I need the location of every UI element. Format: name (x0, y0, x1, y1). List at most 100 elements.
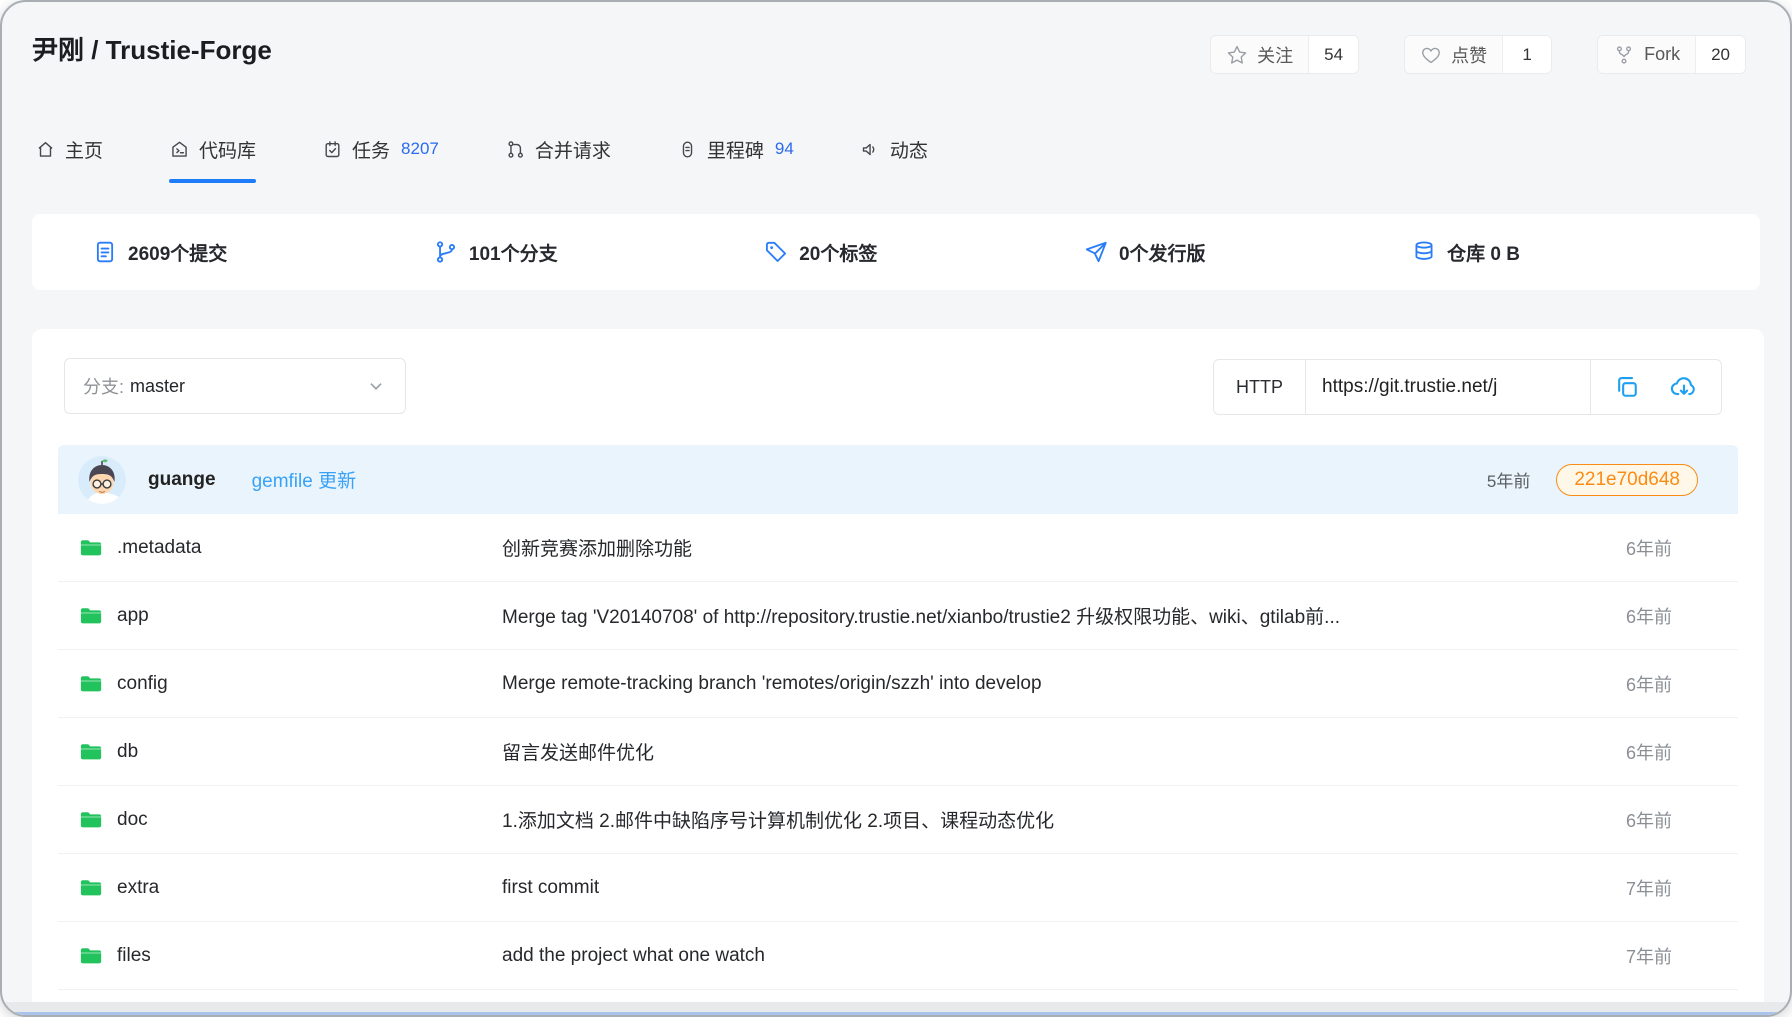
file-row[interactable]: doc 1.添加文档 2.邮件中缺陷序号计算机制优化 2.项目、课程动态优化 6… (58, 786, 1738, 854)
tab-tasks[interactable]: 任务 8207 (322, 115, 439, 183)
home-icon (35, 139, 56, 160)
file-row[interactable]: files add the project what one watch 7年前 (58, 922, 1738, 990)
commit-message-link[interactable]: gemfile 更新 (252, 466, 357, 493)
file-row[interactable]: app Merge tag 'V20140708' of http://repo… (58, 582, 1738, 650)
commit-hash-badge[interactable]: 221e70d648 (1556, 464, 1698, 496)
release-plane-icon (1083, 239, 1109, 265)
watch-label: 关注 (1257, 42, 1293, 68)
stat-releases-label: 0个发行版 (1119, 239, 1206, 266)
tab-activity-label: 动态 (890, 136, 928, 163)
stat-storage[interactable]: 仓库 0 B (1411, 239, 1520, 266)
protocol-button[interactable]: HTTP (1214, 360, 1305, 414)
storage-db-icon (1411, 239, 1437, 265)
repo-stats-bar: 2609个提交 101个分支 20个标签 0个发行版 (32, 214, 1760, 290)
folder-icon (78, 807, 103, 832)
app-window: 尹刚 / Trustie-Forge 关注 54 点赞 1 (0, 0, 1792, 1017)
fork-label: Fork (1644, 44, 1680, 65)
file-time: 7年前 (1626, 875, 1672, 901)
file-name[interactable]: config (117, 673, 168, 695)
code-repo-icon (169, 139, 190, 160)
clone-url-field[interactable]: https://git.trustie.net/j (1305, 360, 1591, 414)
watch-button[interactable]: 关注 54 (1210, 35, 1359, 74)
tab-milestones-label: 里程碑 (707, 136, 764, 163)
tab-tasks-label: 任务 (352, 136, 390, 163)
file-commit-message[interactable]: 1.添加文档 2.邮件中缺陷序号计算机制优化 2.项目、课程动态优化 (502, 806, 1054, 833)
file-row[interactable]: db 留言发送邮件优化 6年前 (58, 718, 1738, 786)
folder-icon (78, 739, 103, 764)
branch-selector[interactable]: 分支: master (64, 358, 406, 414)
stat-tags[interactable]: 20个标签 (763, 239, 877, 266)
file-commit-message[interactable]: add the project what one watch (502, 945, 765, 967)
tab-repository[interactable]: 代码库 (169, 115, 256, 183)
stat-releases[interactable]: 0个发行版 (1083, 239, 1206, 266)
fork-icon (1613, 44, 1635, 66)
repo-actions: 关注 54 点赞 1 Fork 20 (1210, 35, 1746, 74)
branch-label: 分支: (83, 373, 124, 399)
file-time: 6年前 (1626, 739, 1672, 765)
fork-button[interactable]: Fork 20 (1597, 35, 1746, 74)
file-name[interactable]: db (117, 741, 138, 763)
star-icon (1226, 44, 1248, 66)
avatar[interactable] (78, 456, 126, 504)
file-name[interactable]: .metadata (117, 537, 202, 559)
page-title[interactable]: 尹刚 / Trustie-Forge (32, 30, 272, 67)
file-row[interactable]: extra first commit 7年前 (58, 854, 1738, 922)
tab-milestones[interactable]: 里程碑 94 (677, 115, 794, 183)
copy-icon[interactable] (1613, 373, 1641, 401)
window-bottom-edge (2, 1002, 1790, 1015)
stat-branches[interactable]: 101个分支 (433, 239, 558, 266)
repo-tabs: 主页 代码库 任务 8207 合并请求 (35, 115, 928, 183)
watch-count[interactable]: 54 (1308, 36, 1358, 73)
tab-pull-requests[interactable]: 合并请求 (505, 115, 611, 183)
folder-icon (78, 603, 103, 628)
clone-url-group: HTTP https://git.trustie.net/j (1213, 359, 1722, 415)
praise-label: 点赞 (1451, 42, 1487, 68)
commits-doc-icon (92, 239, 118, 265)
fork-count[interactable]: 20 (1695, 36, 1745, 73)
commit-author[interactable]: guange (148, 469, 216, 491)
stat-commits[interactable]: 2609个提交 (92, 239, 227, 266)
file-row[interactable]: config Merge remote-tracking branch 'rem… (58, 650, 1738, 718)
activity-speaker-icon (860, 139, 881, 160)
file-time: 6年前 (1626, 535, 1672, 561)
tab-repository-label: 代码库 (199, 136, 256, 163)
file-commit-message[interactable]: Merge tag 'V20140708' of http://reposito… (502, 602, 1340, 629)
commit-time: 5年前 (1487, 467, 1530, 492)
stat-storage-label: 仓库 0 B (1447, 239, 1520, 266)
tab-home-label: 主页 (65, 136, 103, 163)
stat-branches-label: 101个分支 (469, 239, 558, 266)
file-commit-message[interactable]: 留言发送邮件优化 (502, 738, 654, 765)
tab-milestones-count: 94 (775, 139, 794, 159)
file-name[interactable]: app (117, 605, 149, 627)
milestone-icon (677, 139, 698, 160)
file-time: 6年前 (1626, 671, 1672, 697)
tab-home[interactable]: 主页 (35, 115, 103, 183)
folder-icon (78, 943, 103, 968)
tab-pull-requests-label: 合并请求 (535, 136, 611, 163)
file-name[interactable]: doc (117, 809, 148, 831)
file-name[interactable]: files (117, 945, 151, 967)
file-row[interactable]: .metadata 创新竞赛添加删除功能 6年前 (58, 514, 1738, 582)
repository-panel: 分支: master HTTP https://git.trustie.net/… (32, 329, 1764, 1002)
file-commit-message[interactable]: 创新竞赛添加删除功能 (502, 534, 692, 561)
file-commit-message[interactable]: first commit (502, 877, 599, 899)
stat-tags-label: 20个标签 (799, 239, 877, 266)
stat-commits-label: 2609个提交 (128, 239, 227, 266)
file-time: 7年前 (1626, 943, 1672, 969)
merge-request-icon (505, 139, 526, 160)
tag-icon (763, 239, 789, 265)
praise-count[interactable]: 1 (1502, 36, 1551, 73)
file-name[interactable]: extra (117, 877, 159, 899)
file-list: .metadata 创新竞赛添加删除功能 6年前 app Merge tag '… (58, 514, 1738, 1002)
tab-activity[interactable]: 动态 (860, 115, 928, 183)
branch-icon (433, 239, 459, 265)
cloud-download-icon[interactable] (1669, 372, 1699, 402)
file-time: 6年前 (1626, 807, 1672, 833)
folder-icon (78, 671, 103, 696)
file-row-partial[interactable] (58, 990, 1738, 1002)
file-commit-message[interactable]: Merge remote-tracking branch 'remotes/or… (502, 673, 1042, 695)
branch-value: master (130, 376, 185, 397)
folder-icon (78, 875, 103, 900)
latest-commit-row: guange gemfile 更新 5年前 221e70d648 (58, 445, 1738, 514)
praise-button[interactable]: 点赞 1 (1404, 35, 1552, 74)
